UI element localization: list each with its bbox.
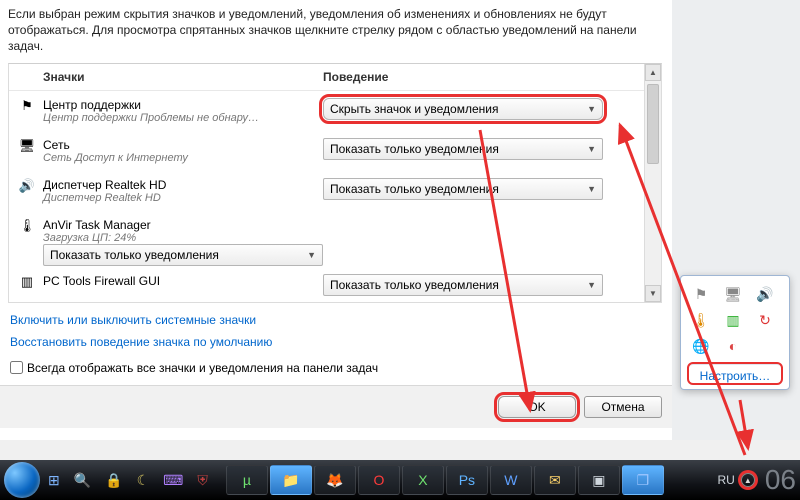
shield-icon[interactable]: ⛨ — [197, 472, 208, 489]
photoshop-icon[interactable]: Ps — [446, 465, 488, 495]
firewall-icon: ▥ — [19, 274, 35, 290]
always-show-row: Всегда отображать все значки и уведомлен… — [0, 359, 672, 385]
speaker-icon[interactable]: 🔊 — [755, 284, 775, 304]
row-subtitle: Диспетчер Realtek HD — [43, 192, 323, 204]
anvir-icon: 🌡 — [19, 218, 35, 234]
mail-icon[interactable]: ✉ — [534, 465, 576, 495]
scroll-up-button[interactable]: ▲ — [645, 64, 661, 81]
row-title: Диспетчер Realtek HD — [43, 178, 323, 192]
cancel-button[interactable]: Отмена — [584, 396, 662, 418]
vertical-scrollbar[interactable]: ▲ ▼ — [644, 64, 661, 302]
desktop-icon[interactable]: ⊞ — [48, 472, 60, 489]
behavior-combo[interactable]: Скрыть значок и уведомления▼ — [323, 98, 603, 120]
row-title: Сеть — [43, 138, 323, 152]
toggle-system-icons-link[interactable]: Включить или выключить системные значки — [10, 313, 662, 327]
links-area: Включить или выключить системные значки … — [0, 303, 672, 359]
magnify-icon[interactable]: 🔍 — [74, 472, 91, 489]
start-button[interactable] — [4, 462, 40, 498]
firefox-icon[interactable]: 🦊 — [314, 465, 356, 495]
anvir-icon[interactable]: 🌡 — [691, 310, 711, 330]
monitor-icon: 🖥 — [19, 138, 35, 154]
system-tray: RU ▲ 06 — [718, 464, 797, 496]
taskbar: ⊞ 🔍 🔒 ☾ ⌨ ⛨ µ📁🦊OXPsW✉▣❐ RU ▲ 06 — [0, 460, 800, 500]
always-show-checkbox[interactable] — [10, 361, 23, 374]
restore-default-link[interactable]: Восстановить поведение значка по умолчан… — [10, 335, 662, 349]
row-subtitle: Сеть Доступ к Интернету — [43, 152, 323, 164]
intro-text: Если выбран режим скрытия значков и увед… — [0, 0, 672, 63]
flag-icon[interactable]: ⚑ — [691, 284, 711, 304]
sleep-icon[interactable]: ☾ — [137, 472, 150, 489]
scroll-thumb[interactable] — [647, 84, 659, 164]
clock-fragment: 06 — [765, 464, 796, 496]
row-title: Центр поддержки — [43, 98, 323, 112]
firewall-icon[interactable]: ▥ — [723, 310, 743, 330]
scroll-down-button[interactable]: ▼ — [645, 285, 661, 302]
chevron-down-icon: ▼ — [587, 144, 596, 154]
icon-list: Значки Поведение ⚑ Центр поддержкиЦентр п… — [8, 63, 662, 303]
window-icon[interactable]: ❐ — [622, 465, 664, 495]
header-behavior: Поведение — [323, 70, 651, 84]
icon-row: ⚑ Центр поддержкиЦентр поддержки Проблемы… — [9, 94, 644, 134]
icon-row: 🌡 AnVir Task ManagerЗагрузка ЦП: 24%Показ… — [9, 214, 644, 270]
chevron-down-icon: ▼ — [307, 250, 316, 260]
header-icons: Значки — [43, 70, 323, 84]
icon-row: 🖥 СетьСеть Доступ к ИнтернетуПоказать тол… — [9, 134, 644, 174]
behavior-combo[interactable]: Показать только уведомления▼ — [323, 178, 603, 200]
row-subtitle: Загрузка ЦП: 24% — [43, 232, 323, 244]
button-bar: OK Отмена — [0, 385, 672, 428]
speaker-icon: 🔊 — [19, 178, 35, 194]
tray-overflow-popup: ⚑ 🖥 🔊 🌡 ▥ ↻ 🌐 ◐ Настроить… — [680, 275, 790, 390]
icon-row: ▥ PC Tools Firewall GUIПоказать только ув… — [9, 270, 644, 303]
row-subtitle: Центр поддержки Проблемы не обнару… — [43, 112, 323, 124]
behavior-combo[interactable]: Показать только уведомления▼ — [323, 138, 603, 160]
icon-row: 🔊 Диспетчер Realtek HDДиспетчер Realtek H… — [9, 174, 644, 214]
chevron-down-icon: ▼ — [587, 104, 596, 114]
globe-icon[interactable]: 🌐 — [691, 336, 711, 356]
opera-icon[interactable]: O — [358, 465, 400, 495]
monitor-icon[interactable]: 🖥 — [723, 284, 743, 304]
utorrent-icon[interactable]: µ — [226, 465, 268, 495]
notification-area-settings-window: Если выбран режим скрытия значков и увед… — [0, 0, 672, 440]
excel-icon[interactable]: X — [402, 465, 444, 495]
row-title: PC Tools Firewall GUI — [43, 274, 323, 288]
behavior-combo[interactable]: Показать только уведомления▼ — [43, 244, 323, 266]
chevron-down-icon: ▼ — [587, 184, 596, 194]
column-headers: Значки Поведение — [9, 64, 661, 91]
explorer-icon[interactable]: 📁 — [270, 465, 312, 495]
behavior-combo[interactable]: Показать только уведомления▼ — [323, 274, 603, 296]
customize-link[interactable]: Настроить… — [689, 364, 781, 383]
ccleaner-icon[interactable]: ◐ — [723, 336, 743, 356]
word-icon[interactable]: W — [490, 465, 532, 495]
sync-icon[interactable]: ↻ — [755, 310, 775, 330]
lang-indicator[interactable]: RU — [718, 473, 735, 487]
app-icon[interactable]: ▣ — [578, 465, 620, 495]
row-title: AnVir Task Manager — [43, 218, 323, 232]
lock-icon[interactable]: 🔒 — [105, 472, 122, 489]
keyboard-icon[interactable]: ⌨ — [163, 472, 183, 489]
always-show-label: Всегда отображать все значки и уведомлен… — [27, 361, 378, 375]
flag-icon: ⚑ — [19, 98, 35, 114]
tray-chevron-icon[interactable]: ▲ — [741, 473, 755, 487]
chevron-down-icon: ▼ — [587, 280, 596, 290]
ok-button[interactable]: OK — [498, 396, 576, 418]
